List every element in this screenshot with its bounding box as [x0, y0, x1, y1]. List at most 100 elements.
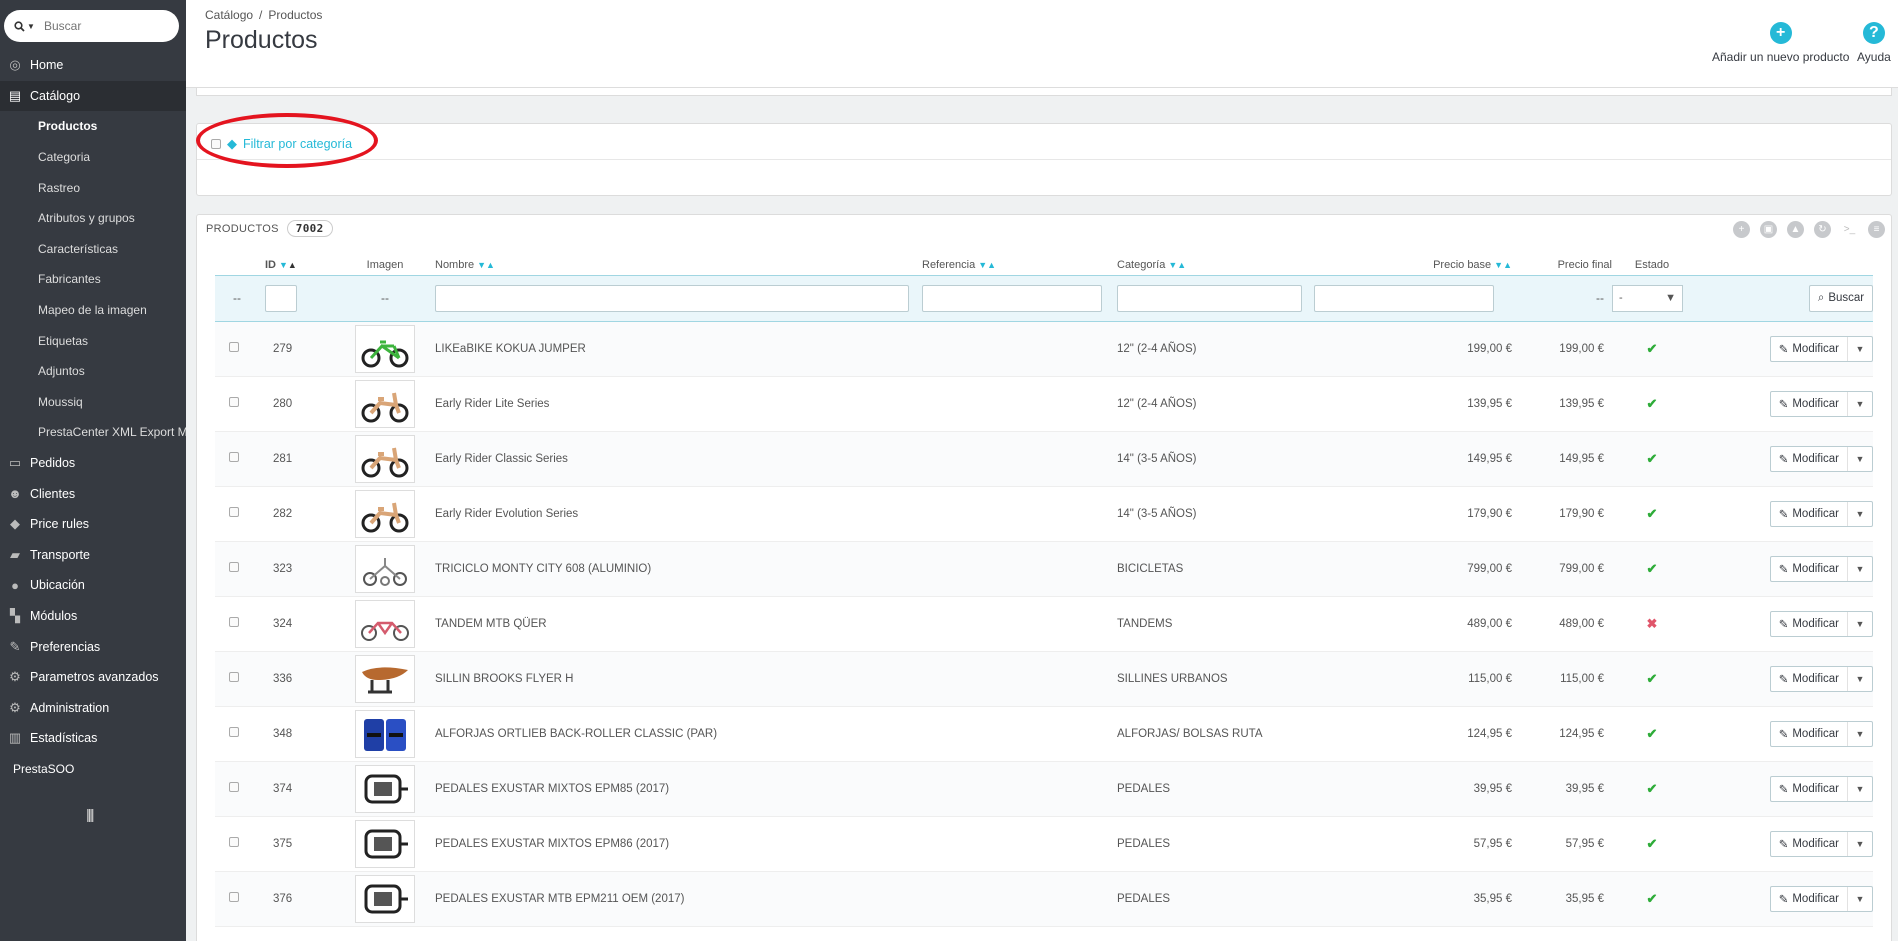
table-row[interactable]: 323 TRICICLO MONTY CITY 608 (ALUMINIO) BIC…	[215, 541, 1873, 597]
modify-button[interactable]: ✎ Modificar	[1771, 666, 1848, 691]
modify-button[interactable]: ✎ Modificar	[1771, 391, 1848, 416]
caret-down-icon[interactable]: ▼	[1848, 337, 1872, 361]
submenu-item[interactable]: Mapeo de la imagen	[0, 295, 186, 326]
search-input[interactable]	[44, 19, 164, 33]
row-checkbox[interactable]	[229, 617, 239, 627]
submenu-item[interactable]: Atributos y grupos	[0, 203, 186, 234]
table-row[interactable]: 279 LIKEaBIKE KOKUA JUMPER 12" (2-4 AÑOS) 1…	[215, 321, 1873, 377]
caret-down-icon[interactable]: ▼	[1848, 887, 1872, 911]
sidebar-item-clientes[interactable]: ☻ Clientes	[0, 478, 186, 509]
check-icon[interactable]: ✔	[1647, 781, 1658, 796]
submenu-item[interactable]: Etiquetas	[0, 325, 186, 356]
caret-down-icon[interactable]: ▼	[1848, 722, 1872, 746]
table-row[interactable]: 324 TANDEM MTB QÜER TANDEMS 489,00 €489,00 …	[215, 596, 1873, 652]
filter-base-price-input[interactable]	[1314, 284, 1494, 312]
col-name[interactable]: Nombre ▼▲	[435, 255, 922, 275]
cloud-upload-icon[interactable]: ▲	[1787, 221, 1804, 238]
row-checkbox[interactable]	[229, 782, 239, 792]
sort-desc-icon[interactable]: ▼	[279, 260, 288, 270]
col-id[interactable]: ID ▼▲	[265, 255, 335, 275]
modify-button-group[interactable]: ✎ Modificar ▼	[1769, 830, 1873, 857]
check-icon[interactable]: ✔	[1647, 341, 1658, 356]
sort-icon[interactable]: ▼▲	[978, 260, 996, 270]
caret-down-icon[interactable]: ▼	[1848, 612, 1872, 636]
modify-button[interactable]: ✎ Modificar	[1771, 611, 1848, 636]
sidebar-item-ubicaci-n[interactable]: ● Ubicación	[0, 570, 186, 601]
chevron-down-icon[interactable]: ▼	[27, 22, 35, 31]
modify-button-group[interactable]: ✎ Modificar ▼	[1769, 445, 1873, 472]
modify-button[interactable]: ✎ Modificar	[1771, 336, 1848, 361]
modify-button-group[interactable]: ✎ Modificar ▼	[1769, 720, 1873, 747]
check-icon[interactable]: ✔	[1647, 891, 1658, 906]
sidebar-item-preferencias[interactable]: ✎ Preferencias	[0, 631, 186, 662]
filter-status-select[interactable]: - ▼	[1612, 284, 1683, 312]
col-base-price[interactable]: Precio base ▼▲	[1317, 255, 1512, 275]
row-checkbox[interactable]	[229, 452, 239, 462]
sidebar-item-administration[interactable]: ⚙ Administration	[0, 692, 186, 723]
add-product-button[interactable]: + Añadir un nuevo producto	[1712, 22, 1849, 64]
check-icon[interactable]: ✔	[1647, 836, 1658, 851]
refresh-icon[interactable]: ↻	[1814, 221, 1831, 238]
filter-category-input[interactable]	[1117, 284, 1302, 312]
modify-button[interactable]: ✎ Modificar	[1771, 831, 1848, 856]
modify-button-group[interactable]: ✎ Modificar ▼	[1769, 335, 1873, 362]
submenu-item[interactable]: Rastreo	[0, 172, 186, 203]
table-row[interactable]: 375 PEDALES EXUSTAR MIXTOS EPM86 (2017) PE…	[215, 816, 1873, 872]
terminal-icon[interactable]: >_	[1841, 221, 1858, 238]
sidebar-item-pedidos[interactable]: ▭ Pedidos	[0, 448, 186, 479]
row-checkbox[interactable]	[229, 837, 239, 847]
search-icon[interactable]: ▼	[14, 20, 44, 32]
sidebar-item-parametros-avanzados[interactable]: ⚙ Parametros avanzados	[0, 662, 186, 693]
modify-button[interactable]: ✎ Modificar	[1771, 556, 1848, 581]
sidebar-item-home[interactable]: ◎ Home	[0, 50, 186, 81]
caret-down-icon[interactable]: ▼	[1848, 502, 1872, 526]
row-checkbox[interactable]	[229, 727, 239, 737]
check-icon[interactable]: ✔	[1647, 506, 1658, 521]
caret-down-icon[interactable]: ▼	[1848, 667, 1872, 691]
image-icon[interactable]: ▣	[1760, 221, 1777, 238]
row-checkbox[interactable]	[229, 562, 239, 572]
row-checkbox[interactable]	[229, 892, 239, 902]
table-row[interactable]: 281 Early Rider Classic Series 14" (3-5 AÑ…	[215, 431, 1873, 487]
sort-icon[interactable]: ▼▲	[1168, 260, 1186, 270]
modify-button-group[interactable]: ✎ Modificar ▼	[1769, 610, 1873, 637]
sidebar-item-m-dulos[interactable]: ▚ Módulos	[0, 601, 186, 632]
sidebar-item-transporte[interactable]: ▰ Transporte	[0, 540, 186, 571]
table-row[interactable]: 376 PEDALES EXUSTAR MTB EPM211 OEM (2017)…	[215, 871, 1873, 927]
table-row[interactable]: 336 SILLIN BROOKS FLYER H SILLINES URBANOS…	[215, 651, 1873, 707]
table-row[interactable]: 374 PEDALES EXUSTAR MIXTOS EPM85 (2017) PE…	[215, 761, 1873, 817]
table-row[interactable]: 282 Early Rider Evolution Series 14" (3-5 …	[215, 486, 1873, 542]
caret-down-icon[interactable]: ▼	[1848, 832, 1872, 856]
filter-reference-input[interactable]	[922, 284, 1102, 312]
caret-down-icon[interactable]: ▼	[1848, 557, 1872, 581]
col-category[interactable]: Categoría ▼▲	[1117, 255, 1317, 275]
sort-asc-icon[interactable]: ▲	[288, 260, 297, 270]
sort-icon[interactable]: ▼▲	[1494, 260, 1512, 270]
submenu-item[interactable]: Adjuntos	[0, 356, 186, 387]
help-button[interactable]: ? Ayuda	[1857, 22, 1891, 64]
modify-button[interactable]: ✎ Modificar	[1771, 501, 1848, 526]
check-icon[interactable]: ✔	[1647, 451, 1658, 466]
database-icon[interactable]: ≡	[1868, 221, 1885, 238]
add-icon[interactable]: +	[1733, 221, 1750, 238]
modify-button-group[interactable]: ✎ Modificar ▼	[1769, 885, 1873, 912]
row-checkbox[interactable]	[229, 507, 239, 517]
sidebar-item-estad-sticas[interactable]: ▥ Estadísticas	[0, 723, 186, 754]
sort-icon[interactable]: ▼▲	[477, 260, 495, 270]
submenu-item[interactable]: Fabricantes	[0, 264, 186, 295]
sidebar-item-prestasoo[interactable]: PrestaSOO	[0, 754, 186, 785]
check-icon[interactable]: ✔	[1647, 561, 1658, 576]
modify-button-group[interactable]: ✎ Modificar ▼	[1769, 555, 1873, 582]
check-icon[interactable]: ✔	[1647, 396, 1658, 411]
breadcrumb-catalog[interactable]: Catálogo	[205, 8, 253, 22]
caret-down-icon[interactable]: ▼	[1848, 392, 1872, 416]
collapse-menu-icon[interactable]: ||||	[86, 806, 94, 822]
modify-button-group[interactable]: ✎ Modificar ▼	[1769, 390, 1873, 417]
submenu-item[interactable]: Categoria	[0, 142, 186, 173]
filter-search-button[interactable]: ⌕ Buscar	[1809, 284, 1873, 312]
sidebar-search[interactable]: ▼	[4, 10, 179, 42]
sidebar-item-cat-logo[interactable]: ▤ Catálogo	[0, 80, 186, 112]
modify-button[interactable]: ✎ Modificar	[1771, 721, 1848, 746]
submenu-item[interactable]: Moussiq	[0, 387, 186, 418]
modify-button-group[interactable]: ✎ Modificar ▼	[1769, 665, 1873, 692]
